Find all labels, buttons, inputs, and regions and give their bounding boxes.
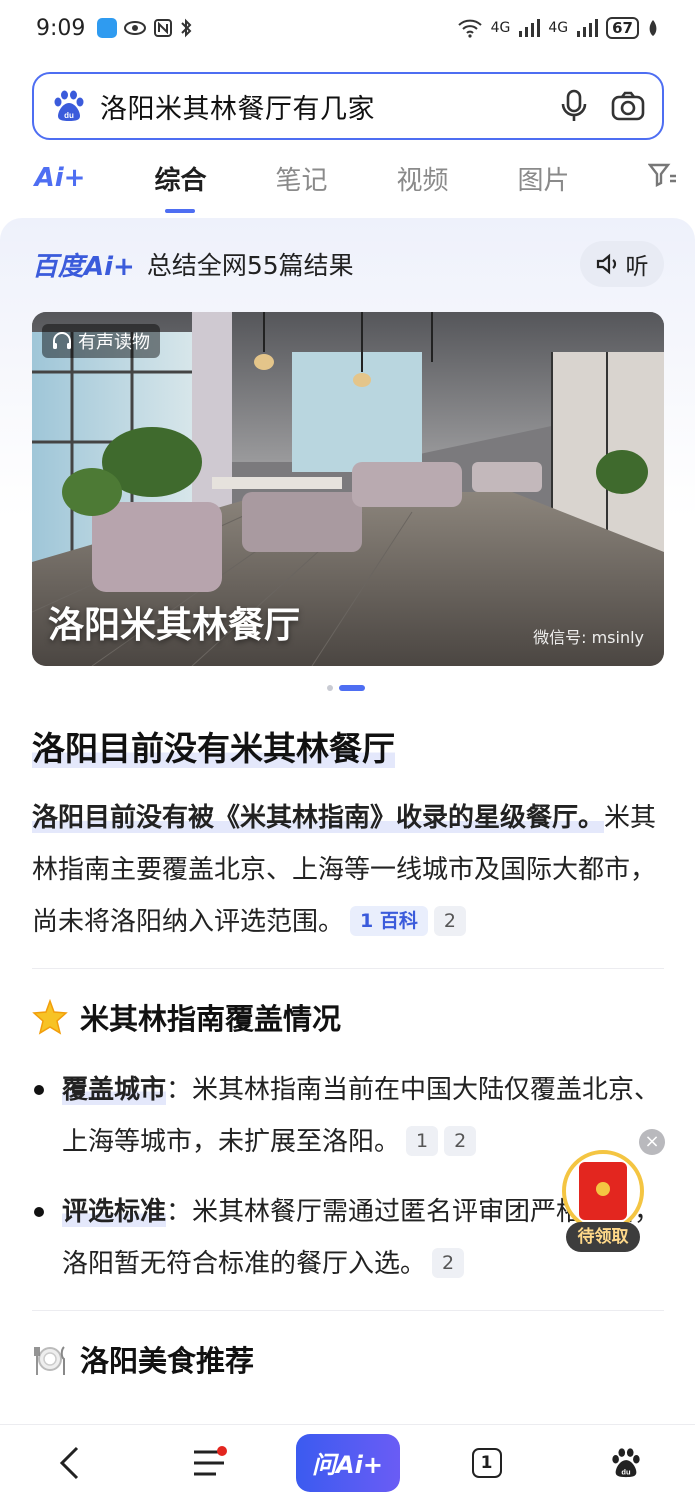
citation-2[interactable]: 2 bbox=[433, 906, 466, 936]
ai-summary-text: 总结全网55篇结果 bbox=[146, 251, 354, 280]
ai-card-header: 百度Ai+ 总结全网55篇结果 听 bbox=[32, 240, 664, 288]
camera-icon bbox=[611, 91, 645, 121]
section-title-coverage-text: 米其林指南覆盖情况 bbox=[80, 1002, 342, 1036]
signal-icon bbox=[519, 19, 541, 37]
tabs-button[interactable]: 1 bbox=[417, 1447, 556, 1478]
nfc-icon bbox=[154, 19, 173, 37]
battery-indicator: 67 bbox=[606, 17, 639, 39]
tab-images[interactable]: 图片 bbox=[483, 160, 604, 197]
filter-icon bbox=[647, 163, 676, 187]
image-watermark: 微信号: msinly bbox=[533, 628, 644, 647]
filter-button[interactable] bbox=[643, 162, 683, 194]
carousel-dot bbox=[327, 685, 333, 691]
network-label-1: 4G bbox=[490, 20, 511, 36]
answer-heading-text: 洛阳目前没有米其林餐厅 bbox=[32, 729, 395, 768]
wifi-icon bbox=[457, 19, 482, 38]
audio-book-label: 有声读物 bbox=[78, 332, 150, 353]
intro-bold-text: 洛阳目前没有被《米其林指南》收录的星级餐厅。 bbox=[32, 803, 605, 833]
tab-ai-label: Ai+ bbox=[34, 163, 86, 193]
audio-book-tag[interactable]: 有声读物 bbox=[42, 324, 160, 358]
back-button[interactable] bbox=[0, 1445, 139, 1481]
close-icon: × bbox=[644, 1131, 660, 1152]
image-caption: 洛阳米其林餐厅 bbox=[48, 605, 301, 646]
signal-icon-2 bbox=[577, 19, 599, 37]
notification-dot bbox=[217, 1445, 227, 1456]
eye-icon bbox=[124, 21, 147, 35]
search-input[interactable]: 洛阳米其林餐厅有几家 bbox=[100, 87, 540, 126]
bluetooth-icon bbox=[181, 18, 192, 38]
tab-ai[interactable]: Ai+ bbox=[0, 163, 120, 193]
camera-search-button[interactable] bbox=[608, 86, 648, 126]
answer-intro: 洛阳目前没有被《米其林指南》收录的星级餐厅。米其林指南主要覆盖北京、上海等一线城… bbox=[32, 792, 664, 948]
network-label-2: 4G bbox=[548, 20, 569, 36]
listen-label: 听 bbox=[625, 254, 649, 280]
red-packet-widget[interactable]: 待领取 bbox=[558, 1150, 646, 1252]
ask-ai-button[interactable]: 问Ai+ bbox=[278, 1433, 417, 1492]
listen-button[interactable]: 听 bbox=[580, 241, 664, 287]
divider bbox=[32, 1310, 664, 1311]
bullet-label: 评选标准 bbox=[62, 1197, 167, 1227]
svg-text:du: du bbox=[621, 1467, 631, 1476]
citation-1-baike[interactable]: 1 百科 bbox=[350, 906, 428, 936]
headphones-icon bbox=[53, 332, 71, 349]
tab-comprehensive[interactable]: 综合 bbox=[120, 160, 241, 213]
restaurant-image[interactable]: 有声读物 洛阳米其林餐厅 微信号: msinly bbox=[32, 312, 664, 666]
section-title-coverage: 米其林指南覆盖情况 bbox=[32, 996, 341, 1038]
ai-brand-logo: 百度Ai+ bbox=[32, 251, 135, 282]
citation-2[interactable]: 2 bbox=[444, 1126, 477, 1156]
red-packet-label: 待领取 bbox=[566, 1222, 640, 1252]
status-time: 9:09 bbox=[36, 15, 86, 41]
search-tabs: Ai+ 综合 笔记 视频 图片 bbox=[0, 148, 695, 213]
glowing-star-icon bbox=[32, 999, 68, 1035]
red-envelope-icon bbox=[579, 1162, 627, 1220]
microphone-icon bbox=[561, 89, 587, 121]
tab-videos[interactable]: 视频 bbox=[362, 160, 483, 197]
baidu-paw-logo-icon[interactable]: du bbox=[52, 89, 86, 123]
search-bar[interactable]: du 洛阳米其林餐厅有几家 bbox=[32, 72, 664, 140]
baidu-home-button[interactable]: du bbox=[556, 1447, 695, 1479]
bullet-label: 覆盖城市 bbox=[62, 1075, 167, 1105]
tab-notes[interactable]: 笔记 bbox=[241, 160, 362, 197]
carousel-dot-active bbox=[339, 685, 365, 691]
red-packet-ring bbox=[562, 1150, 644, 1232]
baidu-paw-icon: du bbox=[611, 1447, 640, 1477]
svg-text:du: du bbox=[64, 111, 74, 120]
citation-1[interactable]: 1 bbox=[406, 1126, 439, 1156]
plate-cutlery-icon bbox=[34, 1346, 65, 1375]
carousel-indicator bbox=[327, 685, 365, 691]
bottom-nav: 问Ai+ 1 du bbox=[0, 1424, 695, 1500]
divider bbox=[32, 968, 664, 969]
ask-ai-label: 问Ai+ bbox=[295, 1433, 400, 1492]
answer-heading: 洛阳目前没有米其林餐厅 bbox=[32, 722, 395, 770]
tab-count: 1 bbox=[471, 1447, 502, 1478]
voice-search-button[interactable] bbox=[554, 86, 594, 126]
citation-2[interactable]: 2 bbox=[432, 1248, 465, 1278]
section-title-food: 洛阳美食推荐 bbox=[32, 1338, 254, 1380]
leaf-icon bbox=[649, 20, 657, 36]
message-app-icon bbox=[97, 18, 118, 38]
section-title-food-text: 洛阳美食推荐 bbox=[80, 1344, 255, 1378]
status-bar: 9:09 4G 4G 67 bbox=[0, 0, 695, 56]
chevron-left-icon bbox=[59, 1446, 78, 1479]
speaker-icon bbox=[596, 253, 616, 275]
menu-button[interactable] bbox=[139, 1445, 278, 1478]
